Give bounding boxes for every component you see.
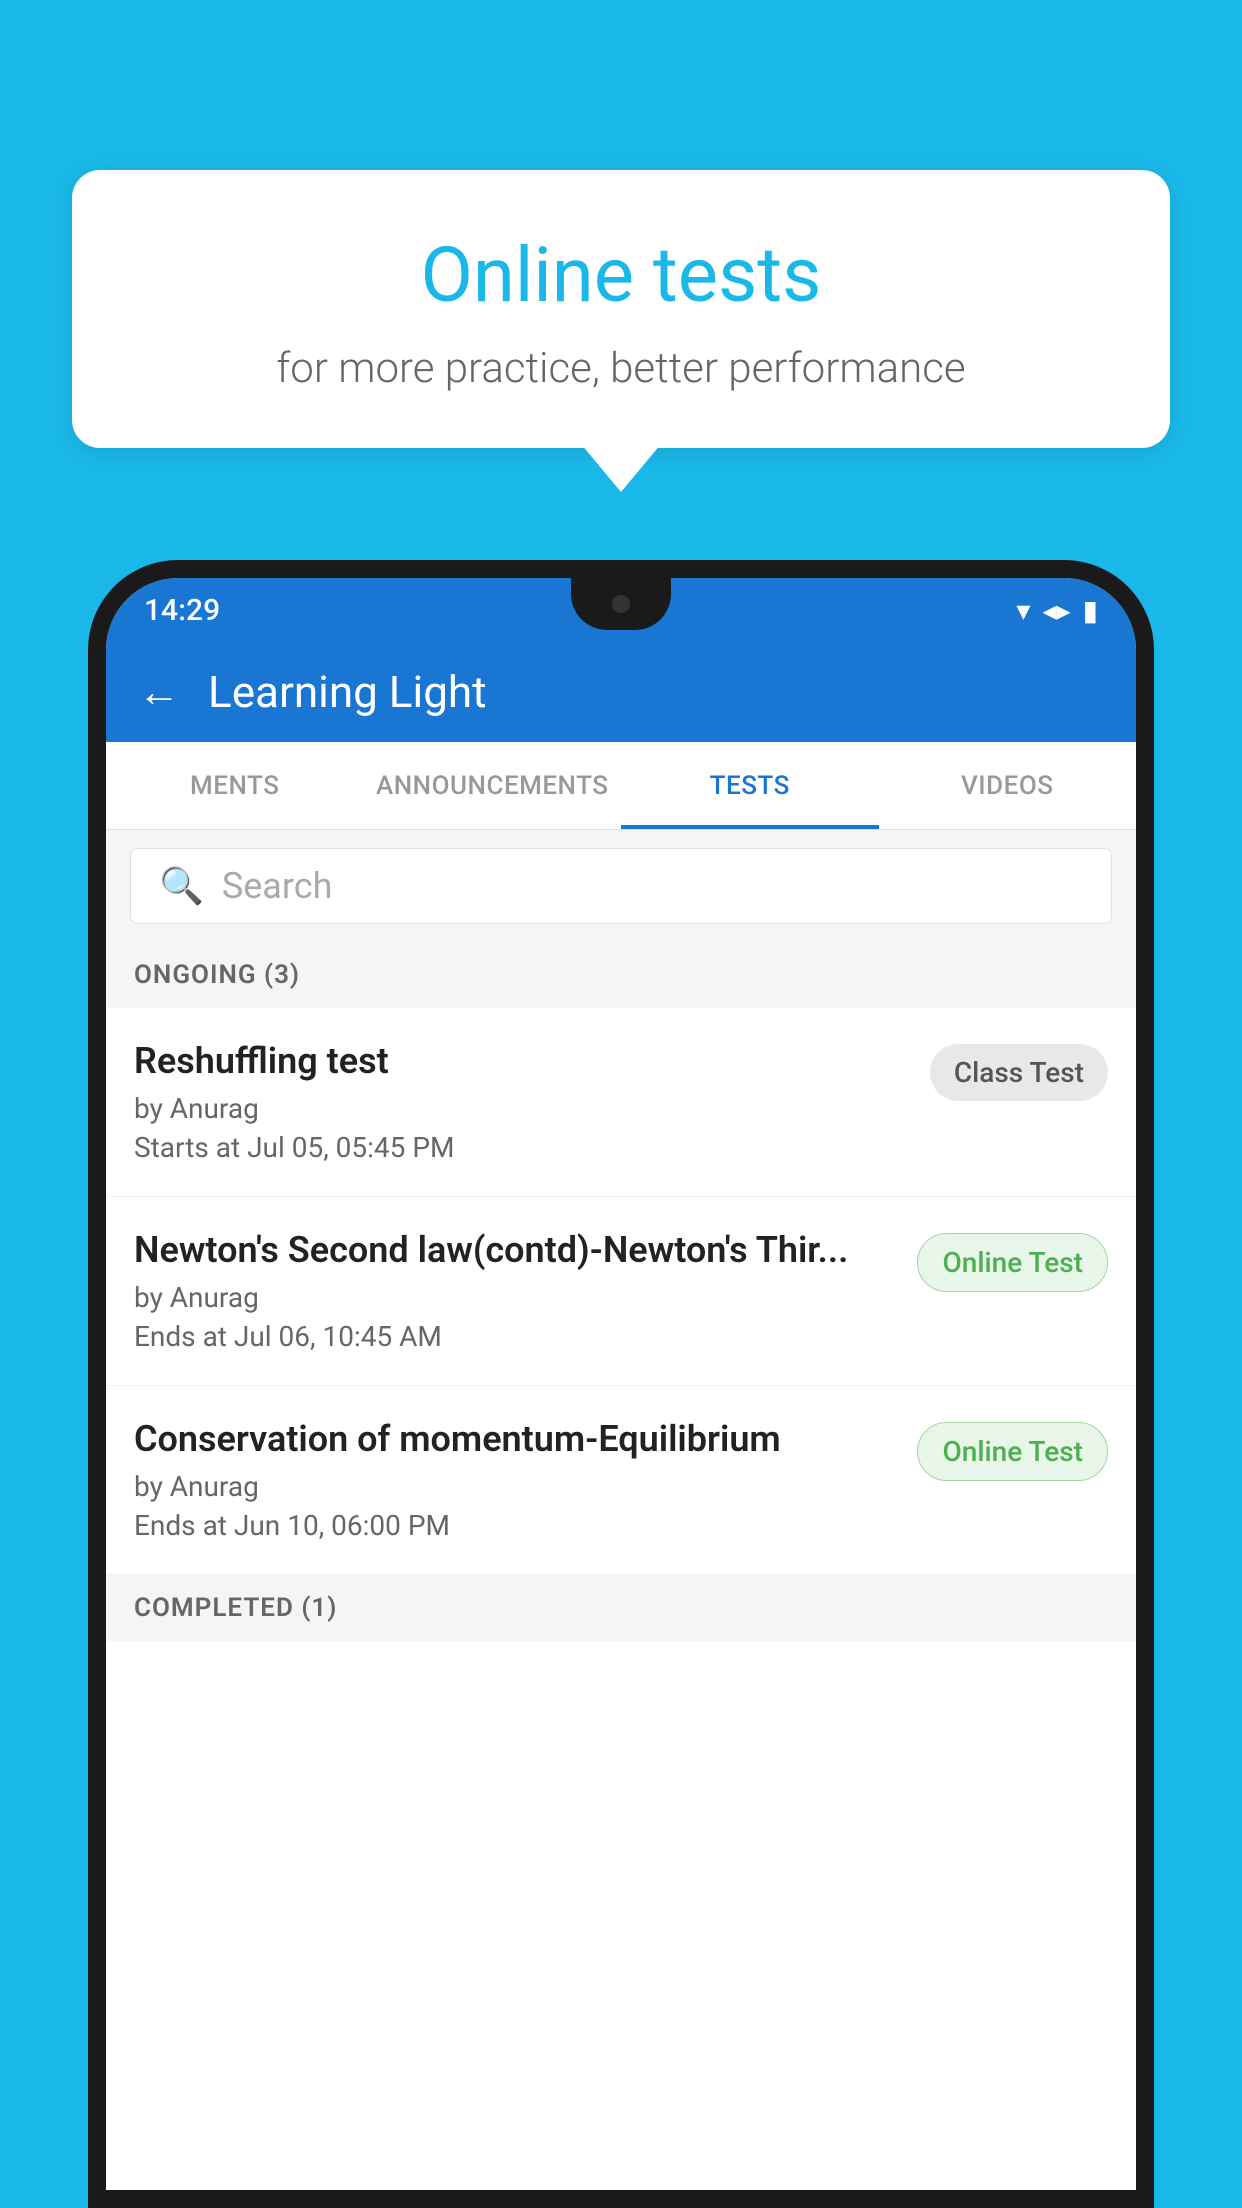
test-author-3: by Anurag [134, 1470, 901, 1503]
phone-screen: 14:29 ▾ ◂▸ ▮ ← Learning Light MENTS ANNO… [106, 578, 1136, 2190]
test-item-2[interactable]: Newton's Second law(contd)-Newton's Thir… [106, 1197, 1136, 1386]
status-bar: 14:29 ▾ ◂▸ ▮ [106, 578, 1136, 642]
test-item-3[interactable]: Conservation of momentum-Equilibrium by … [106, 1386, 1136, 1575]
test-badge-3: Online Test [917, 1422, 1108, 1481]
search-icon: 🔍 [159, 865, 204, 907]
wifi-icon: ▾ [1016, 594, 1030, 627]
test-badge-2: Online Test [917, 1233, 1108, 1292]
back-button[interactable]: ← [138, 668, 180, 717]
status-icons: ▾ ◂▸ ▮ [1016, 594, 1098, 627]
test-info-3: Conservation of momentum-Equilibrium by … [134, 1418, 901, 1542]
test-badge-1: Class Test [930, 1044, 1108, 1101]
ongoing-section-header: ONGOING (3) [106, 942, 1136, 1008]
test-name-2: Newton's Second law(contd)-Newton's Thir… [134, 1229, 901, 1271]
completed-section-header: COMPLETED (1) [106, 1575, 1136, 1641]
search-bar[interactable]: 🔍 Search [130, 848, 1112, 924]
test-info-2: Newton's Second law(contd)-Newton's Thir… [134, 1229, 901, 1353]
battery-icon: ▮ [1083, 594, 1098, 627]
test-name-3: Conservation of momentum-Equilibrium [134, 1418, 901, 1460]
app-title: Learning Light [208, 666, 487, 718]
test-author-1: by Anurag [134, 1092, 914, 1125]
tabs-bar: MENTS ANNOUNCEMENTS TESTS VIDEOS [106, 742, 1136, 830]
app-bar: ← Learning Light [106, 642, 1136, 742]
status-time: 14:29 [144, 593, 220, 628]
test-time-3: Ends at Jun 10, 06:00 PM [134, 1509, 901, 1542]
tab-tests[interactable]: TESTS [621, 742, 879, 829]
phone-frame: 14:29 ▾ ◂▸ ▮ ← Learning Light MENTS ANNO… [88, 560, 1154, 2208]
test-time-1: Starts at Jul 05, 05:45 PM [134, 1131, 914, 1164]
speech-bubble: Online tests for more practice, better p… [72, 170, 1170, 448]
search-container: 🔍 Search [106, 830, 1136, 942]
test-name-1: Reshuffling test [134, 1040, 914, 1082]
tab-videos[interactable]: VIDEOS [879, 742, 1137, 829]
search-input-placeholder[interactable]: Search [222, 865, 333, 907]
camera [612, 595, 630, 613]
signal-icon: ◂▸ [1042, 594, 1070, 627]
notch [571, 578, 671, 630]
bubble-subtitle: for more practice, better performance [112, 344, 1130, 393]
tab-announcements[interactable]: ANNOUNCEMENTS [364, 742, 622, 829]
test-author-2: by Anurag [134, 1281, 901, 1314]
test-time-2: Ends at Jul 06, 10:45 AM [134, 1320, 901, 1353]
test-info-1: Reshuffling test by Anurag Starts at Jul… [134, 1040, 914, 1164]
bubble-title: Online tests [112, 230, 1130, 320]
test-item-1[interactable]: Reshuffling test by Anurag Starts at Jul… [106, 1008, 1136, 1197]
tab-ments[interactable]: MENTS [106, 742, 364, 829]
